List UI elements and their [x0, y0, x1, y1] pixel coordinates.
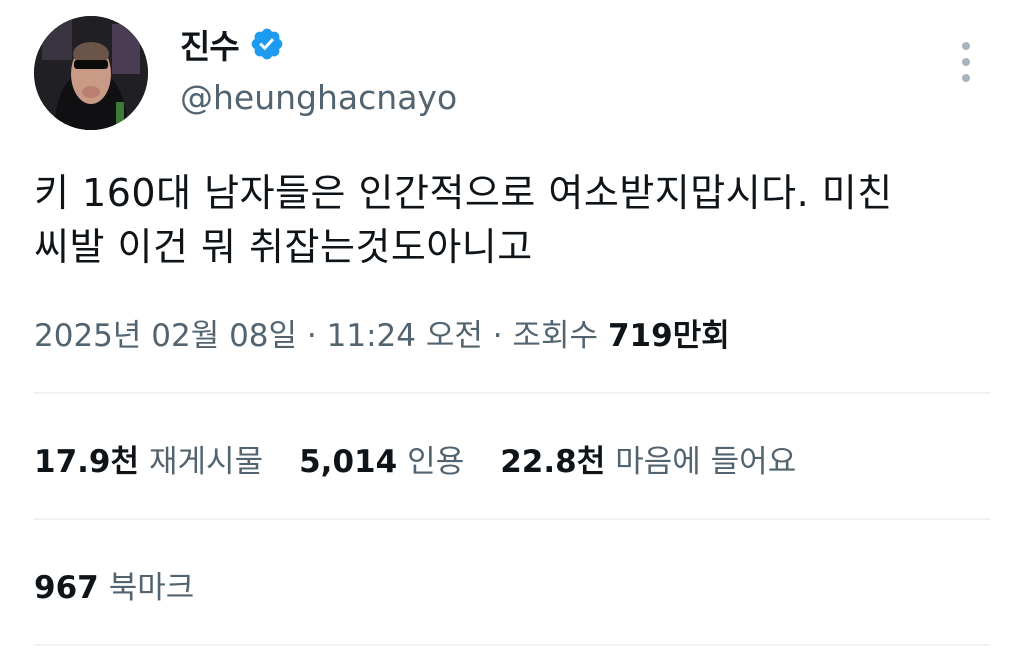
bookmark-count[interactable]: 967 — [34, 570, 99, 606]
avatar-image — [34, 16, 148, 130]
tweet-line: 씨발 이건 뭐 취잡는것도아니고 — [34, 225, 533, 269]
quote-count[interactable]: 5,014 — [299, 444, 397, 480]
meta-separator: · — [482, 318, 513, 354]
tweet-line: 키 160대 남자들은 인간적으로 여소받지맙시다. 미친 — [34, 171, 893, 215]
display-name[interactable]: 진수 — [180, 20, 240, 68]
like-label[interactable]: 마음에 들어요 — [615, 436, 796, 481]
verified-badge-icon — [251, 28, 283, 60]
author-handle[interactable]: @heunghacnayo — [180, 78, 457, 117]
quote-label[interactable]: 인용 — [407, 436, 464, 481]
author-header[interactable]: 진수 — [180, 20, 285, 68]
divider — [34, 518, 990, 520]
like-count[interactable]: 22.8천 — [500, 436, 605, 481]
more-dot — [962, 74, 970, 82]
views-value: 719 — [607, 318, 673, 354]
tweet-text: 키 160대 남자들은 인간적으로 여소받지맙시다. 미친 씨발 이건 뭐 취잡… — [34, 166, 984, 274]
retweet-label[interactable]: 재게시물 — [149, 436, 263, 481]
bookmark-label[interactable]: 북마크 — [109, 562, 195, 607]
avatar[interactable] — [34, 16, 148, 130]
divider — [34, 644, 990, 646]
views-unit: 만회 — [672, 318, 730, 354]
divider — [34, 392, 990, 394]
engagement-stats: 17.9천 재게시물 5,014 인용 22.8천 마음에 들어요 — [34, 436, 832, 481]
more-dot — [962, 42, 970, 50]
tweet-date[interactable]: 2025년 02월 08일 — [34, 310, 297, 355]
tweet-meta: 2025년 02월 08일 · 11:24 오전 · 조회수 719 만회 — [34, 310, 730, 355]
retweet-count[interactable]: 17.9천 — [34, 436, 139, 481]
bookmark-stats: 967 북마크 — [34, 562, 230, 607]
more-dot — [962, 58, 970, 66]
meta-separator: · — [297, 318, 327, 354]
more-options-icon[interactable] — [956, 42, 976, 82]
tweet-time[interactable]: 11:24 오전 — [327, 310, 483, 355]
views-label: 조회수 — [512, 318, 598, 354]
